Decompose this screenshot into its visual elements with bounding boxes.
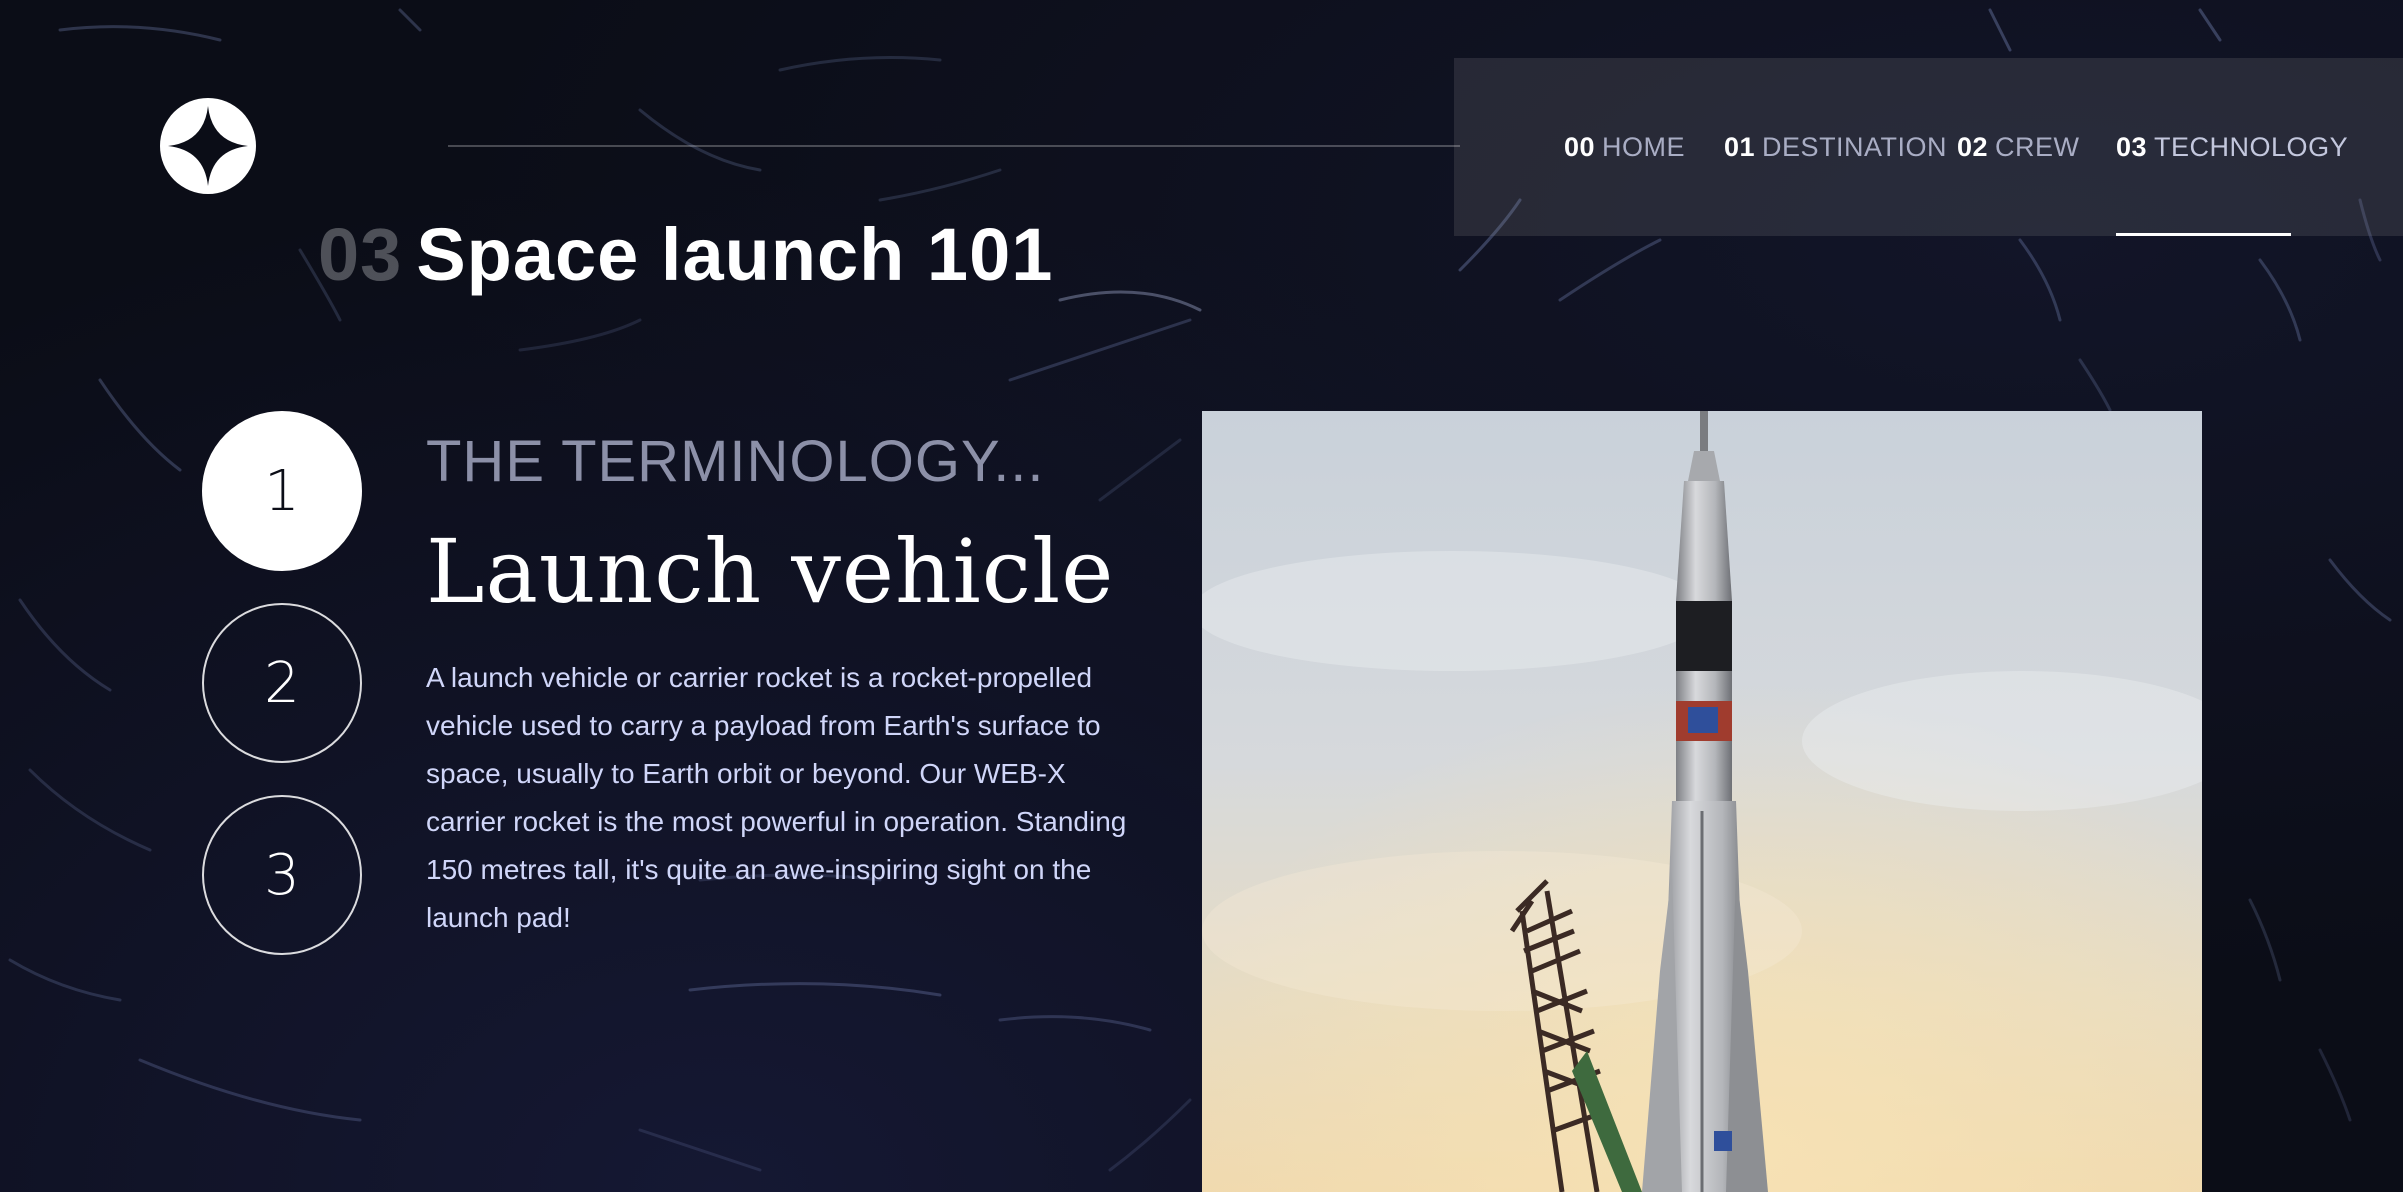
nav-item-label: DESTINATION (1762, 131, 1948, 162)
nav-item-number: 02 (1957, 131, 1989, 162)
nav-item-number: 01 (1724, 131, 1756, 162)
rocket-illustration (1202, 411, 2202, 1192)
nav-item-technology[interactable]: 03 TECHNOLOGY (2116, 58, 2348, 236)
star-logo-shape (168, 106, 248, 186)
launch-vehicle-image (1202, 411, 2202, 1192)
nav-item-number: 03 (2116, 131, 2148, 162)
star-logo-icon[interactable] (160, 98, 256, 194)
step-button-3[interactable]: 3 (202, 795, 362, 955)
header-divider (448, 145, 1460, 147)
page-title: 03 Space launch 101 (318, 212, 1053, 297)
nav-item-destination[interactable]: 01 DESTINATION (1724, 58, 1947, 236)
step-label: 3 (264, 842, 300, 908)
nav-item-label: HOME (1602, 131, 1686, 162)
technology-description: A launch vehicle or carrier rocket is a … (426, 662, 1127, 933)
main-nav: 00 HOME 01 DESTINATION 02 CREW 03 TECHNO… (1454, 58, 2403, 236)
terminology-eyebrow: THE TERMINOLOGY... (426, 429, 1045, 494)
nav-item-number: 00 (1564, 131, 1596, 162)
step-label: 1 (264, 458, 300, 524)
step-button-2[interactable]: 2 (202, 603, 362, 763)
nav-item-label: CREW (1995, 131, 2080, 162)
page-number: 03 (318, 213, 403, 296)
technology-heading: Launch vehicle (426, 520, 1115, 623)
step-label: 2 (264, 650, 300, 716)
nav-item-home[interactable]: 00 HOME (1564, 58, 1685, 236)
nav-item-crew[interactable]: 02 CREW (1957, 58, 2080, 236)
page-title-text: Space launch 101 (416, 213, 1054, 296)
nav-item-label: TECHNOLOGY (2154, 131, 2349, 162)
step-button-1[interactable]: 1 (202, 411, 362, 571)
